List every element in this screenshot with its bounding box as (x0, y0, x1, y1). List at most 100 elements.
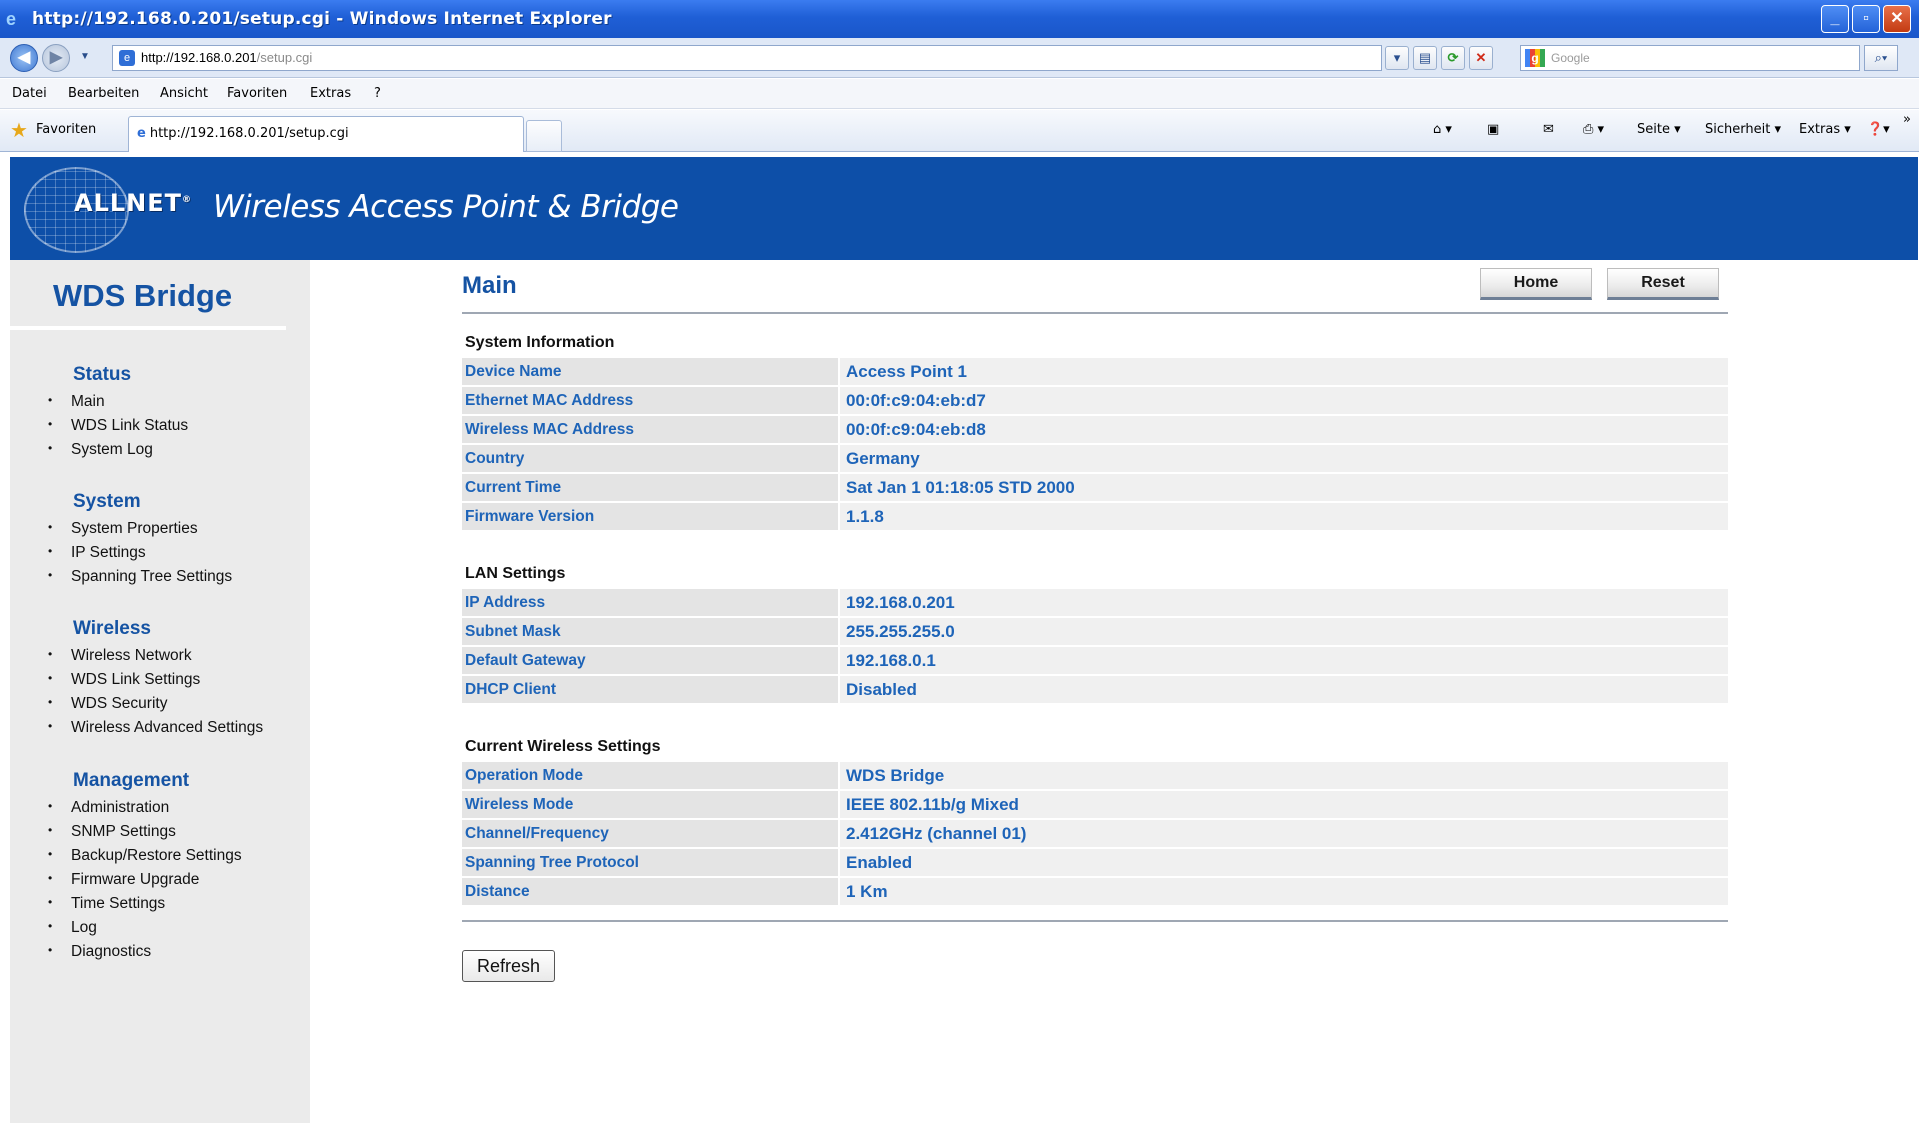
new-tab-button[interactable] (526, 120, 562, 152)
row-value: 1 Km (840, 878, 1728, 905)
sidebar-item-snmp-settings[interactable]: SNMP Settings (10, 818, 242, 844)
address-bar: ◀ ▶ ▼ e http://192.168.0.201/setup.cgi ▾ … (0, 38, 1919, 78)
window-titlebar: e http://192.168.0.201/setup.cgi - Windo… (0, 0, 1919, 38)
reset-button[interactable]: Reset (1607, 268, 1719, 300)
mode-divider (10, 326, 286, 330)
chevron-more-icon[interactable]: » (1903, 112, 1911, 127)
info-row: Firmware Version 1.1.8 (462, 503, 1728, 530)
header-divider (462, 312, 1728, 314)
row-label: Current Time (462, 474, 838, 501)
sidebar-item-firmware-upgrade[interactable]: Firmware Upgrade (10, 866, 242, 892)
info-row: Subnet Mask 255.255.255.0 (462, 618, 1728, 645)
row-value: WDS Bridge (840, 762, 1728, 789)
row-value: Germany (840, 445, 1728, 472)
section-title: Current Wireless Settings (465, 738, 661, 755)
command-bar: ⌂ ▾ ▣ ✉ ⎙ ▾ Seite ▾ Sicherheit ▾ Extras … (1419, 112, 1919, 142)
search-input[interactable]: g Google (1520, 45, 1860, 71)
mail-icon[interactable]: ✉ (1543, 122, 1554, 137)
search-icon[interactable]: ⌕▾ (1864, 45, 1898, 71)
sidebar-item-ip-settings[interactable]: IP Settings (10, 539, 232, 565)
menu-favoriten[interactable]: Favoriten (227, 86, 287, 101)
info-row: Ethernet MAC Address 00:0f:c9:04:eb:d7 (462, 387, 1728, 414)
info-row: Country Germany (462, 445, 1728, 472)
refresh-button[interactable]: Refresh (462, 950, 555, 982)
stop-icon[interactable]: ✕ (1469, 46, 1493, 70)
close-button[interactable]: ✕ (1883, 5, 1911, 33)
nav-group-title: Wireless (73, 618, 151, 639)
info-row: Current Time Sat Jan 1 01:18:05 STD 2000 (462, 474, 1728, 501)
sidebar-item-main[interactable]: Main (10, 388, 188, 414)
info-row: Operation Mode WDS Bridge (462, 762, 1728, 789)
menu-datei[interactable]: Datei (12, 86, 47, 101)
refresh-icon[interactable]: ⟳ (1441, 46, 1465, 70)
feeds-icon[interactable]: ▣ (1487, 122, 1499, 137)
sidebar-item-wireless-advanced-settings[interactable]: Wireless Advanced Settings (10, 714, 263, 740)
sidebar-item-wds-link-settings[interactable]: WDS Link Settings (10, 666, 263, 692)
favorites-star-icon[interactable]: ★ (10, 120, 28, 140)
sidebar-item-system-properties[interactable]: System Properties (10, 515, 232, 541)
security-menu-label: Sicherheit (1705, 122, 1771, 137)
nav-group-title: System (73, 491, 141, 512)
tools-menu[interactable]: Extras ▾ (1799, 122, 1851, 137)
section-title: System Information (465, 334, 615, 351)
tab-title: http://192.168.0.201/setup.cgi (149, 126, 349, 141)
menu-bar: Datei Bearbeiten Ansicht Favoriten Extra… (0, 79, 1919, 109)
brand-name: ALLNET (74, 189, 183, 217)
security-menu[interactable]: Sicherheit ▾ (1705, 122, 1781, 137)
sidebar-item-wireless-network[interactable]: Wireless Network (10, 642, 263, 668)
compatibility-view-icon[interactable]: ▤ (1413, 46, 1437, 70)
minimize-button[interactable]: _ (1821, 5, 1849, 33)
url-dropdown-icon[interactable]: ▾ (1385, 46, 1409, 70)
menu-bearbeiten[interactable]: Bearbeiten (68, 86, 139, 101)
row-label: Country (462, 445, 838, 472)
info-row: DHCP Client Disabled (462, 676, 1728, 703)
back-button[interactable]: ◀ (10, 44, 38, 72)
sidebar-item-wds-security[interactable]: WDS Security (10, 690, 263, 716)
favorites-button[interactable]: Favoriten (36, 122, 96, 137)
row-value: 00:0f:c9:04:eb:d8 (840, 416, 1728, 443)
sidebar-item-administration[interactable]: Administration (10, 794, 242, 820)
row-value: Disabled (840, 676, 1728, 703)
window-title: http://192.168.0.201/setup.cgi - Windows… (32, 9, 612, 29)
menu-extras[interactable]: Extras (310, 86, 351, 101)
row-label: Operation Mode (462, 762, 838, 789)
row-label: DHCP Client (462, 676, 838, 703)
google-icon: g (1525, 49, 1545, 67)
home-button[interactable]: Home (1480, 268, 1592, 300)
nav-group-title: Management (73, 770, 190, 791)
info-row: Distance 1 Km (462, 878, 1728, 905)
row-value: 192.168.0.201 (840, 589, 1728, 616)
home-icon[interactable]: ⌂ ▾ (1433, 122, 1452, 137)
row-value: 1.1.8 (840, 503, 1728, 530)
row-value: Sat Jan 1 01:18:05 STD 2000 (840, 474, 1728, 501)
address-tools: ▾ ▤ ⟳ ✕ (1385, 46, 1493, 70)
menu-help[interactable]: ? (374, 86, 381, 101)
page-menu[interactable]: Seite ▾ (1637, 122, 1681, 137)
history-dropdown-icon[interactable]: ▼ (80, 51, 90, 62)
sidebar-item-backup-restore-settings[interactable]: Backup/Restore Settings (10, 842, 242, 868)
restore-button[interactable]: ▫ (1852, 5, 1880, 33)
info-row: IP Address 192.168.0.201 (462, 589, 1728, 616)
sidebar-item-log[interactable]: Log (10, 914, 242, 940)
tab-active[interactable]: e http://192.168.0.201/setup.cgi (128, 116, 524, 152)
url-input[interactable]: e http://192.168.0.201/setup.cgi (112, 45, 1382, 71)
info-row: Spanning Tree Protocol Enabled (462, 849, 1728, 876)
page-icon: e (119, 50, 135, 66)
row-label: IP Address (462, 589, 838, 616)
info-row: Default Gateway 192.168.0.1 (462, 647, 1728, 674)
sidebar-item-time-settings[interactable]: Time Settings (10, 890, 242, 916)
internet-explorer-icon: e (6, 9, 17, 29)
row-value: 2.412GHz (channel 01) (840, 820, 1728, 847)
info-row: Channel/Frequency 2.412GHz (channel 01) (462, 820, 1728, 847)
row-label: Ethernet MAC Address (462, 387, 838, 414)
row-label: Wireless MAC Address (462, 416, 838, 443)
help-icon[interactable]: ❓▾ (1867, 122, 1890, 137)
forward-button[interactable]: ▶ (42, 44, 70, 72)
print-icon[interactable]: ⎙ ▾ (1583, 122, 1604, 137)
sidebar-item-spanning-tree-settings[interactable]: Spanning Tree Settings (10, 563, 232, 589)
sidebar-item-diagnostics[interactable]: Diagnostics (10, 938, 242, 964)
info-row: Wireless Mode IEEE 802.11b/g Mixed (462, 791, 1728, 818)
menu-ansicht[interactable]: Ansicht (160, 86, 208, 101)
sidebar-item-system-log[interactable]: System Log (10, 436, 188, 462)
sidebar-item-wds-link-status[interactable]: WDS Link Status (10, 412, 188, 438)
